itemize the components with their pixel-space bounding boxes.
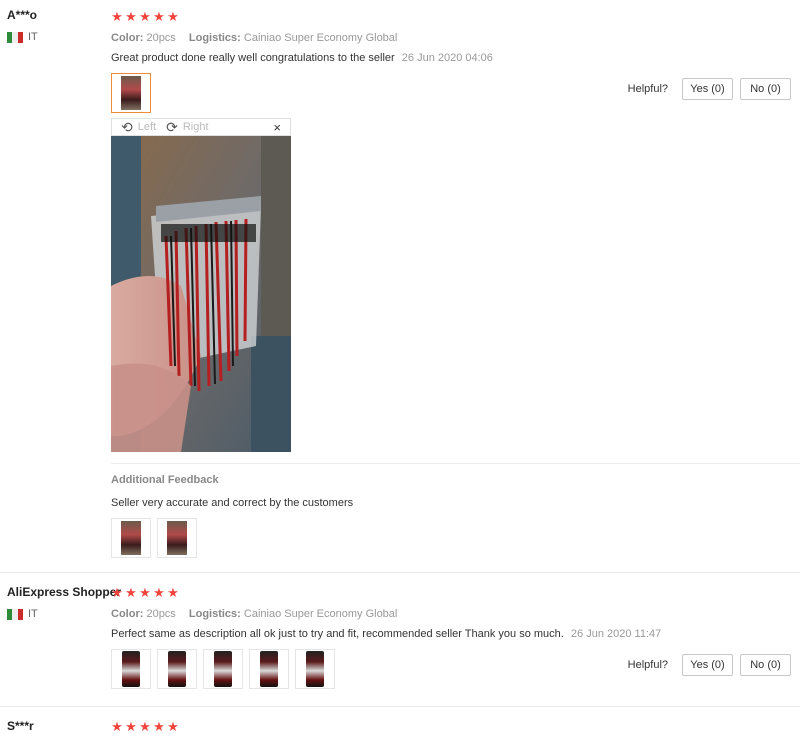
review-photo-enlarged [111,136,291,452]
color-value: 20pcs [146,32,176,44]
additional-photo-thumbnail[interactable] [111,518,151,558]
additional-feedback-divider [111,463,800,464]
star-icon: ★ [167,9,179,24]
logistics-label: Logistics: [188,608,241,620]
review-text: Great product done really well congratul… [111,52,800,64]
star-icon: ★ [111,719,123,734]
star-icon: ★ [167,719,179,734]
photo-viewer-toolbar: ⟲ Left ⟳ Right × [111,118,291,136]
review-content: ★ ★ ★ ★ ★ [111,720,800,733]
helpful-vote: Helpful? Yes (0) No (0) [628,654,791,676]
helpful-no-button[interactable]: No (0) [740,654,791,676]
rotate-right-label: Right [182,121,209,133]
logistics-value: Cainiao Super Economy Global [243,608,398,620]
additional-photo-thumbnails [111,518,197,558]
helpful-label: Helpful? [627,659,668,671]
star-icon: ★ [153,585,165,600]
helpful-no-button[interactable]: No (0) [740,78,791,100]
rotate-left-button[interactable]: ⟲ Left [121,119,157,135]
review-photo-thumbnail[interactable] [157,649,197,689]
order-info: Color: 20pcs Logistics: Cainiao Super Ec… [111,608,800,620]
star-icon: ★ [139,585,151,600]
helpful-yes-button[interactable]: Yes (0) [682,78,733,100]
review-photo-thumbnail[interactable] [203,649,243,689]
rotate-left-icon: ⟲ [121,119,133,135]
star-icon: ★ [139,719,151,734]
review-item: AliExpress Shopper IT ★ ★ ★ ★ ★ Color: 20pcs… [0,573,800,707]
reviewer-name: AliExpress Shopper [7,585,122,599]
close-icon[interactable]: × [273,120,281,135]
country-code: IT [28,608,38,620]
star-rating: ★ ★ ★ ★ ★ [111,10,800,23]
italy-flag-icon [7,31,23,43]
review-photo-thumbnail[interactable] [111,649,151,689]
review-photo-thumbnail[interactable] [295,649,335,689]
feedback-text: Great product done really well congratul… [111,52,395,64]
star-rating: ★ ★ ★ ★ ★ [111,586,800,599]
rotate-left-label: Left [137,121,157,133]
star-icon: ★ [167,585,179,600]
star-icon: ★ [125,719,137,734]
order-info: Color: 20pcs Logistics: Cainiao Super Ec… [111,32,800,44]
review-text: Perfect same as description all ok just … [111,628,800,640]
rotate-right-icon: ⟳ [166,119,178,135]
reviewer-info: AliExpress Shopper IT [7,585,122,620]
helpful-label: Helpful? [627,83,668,95]
helpful-yes-button[interactable]: Yes (0) [682,654,733,676]
reviewer-name: A***o [7,8,38,22]
color-value: 20pcs [146,608,176,620]
rotate-right-button[interactable]: ⟳ Right [166,119,209,135]
reviewer-name: S***r [7,719,34,733]
reviewer-country: IT [7,31,107,43]
feedback-text: Perfect same as description all ok just … [111,628,564,640]
italy-flag-icon [7,608,23,620]
review-date: 26 Jun 2020 11:47 [570,628,662,640]
review-date: 26 Jun 2020 04:06 [401,52,493,64]
additional-feedback-title: Additional Feedback [111,474,219,486]
star-icon: ★ [125,9,137,24]
star-icon: ★ [111,9,123,24]
reviewer-country: IT [7,608,107,620]
color-label: Color: [111,608,144,620]
review-item: A***o IT ★ ★ ★ ★ ★ Color: 20pcs Logistics: C… [0,0,800,573]
logistics-value: Cainiao Super Economy Global [243,32,398,44]
star-icon: ★ [153,9,165,24]
review-item: S***r ★ ★ ★ ★ ★ [0,707,800,733]
star-rating: ★ ★ ★ ★ ★ [111,720,800,733]
star-icon: ★ [111,585,123,600]
reviewer-info: A***o IT [7,8,107,43]
logistics-label: Logistics: [188,32,241,44]
helpful-vote: Helpful? Yes (0) No (0) [628,78,791,100]
reviewer-info: S***r [7,719,107,733]
star-icon: ★ [153,719,165,734]
additional-photo-thumbnail[interactable] [157,518,197,558]
review-photo-thumbnail[interactable] [249,649,289,689]
review-photo-thumbnail[interactable] [111,73,151,113]
color-label: Color: [111,32,144,44]
star-icon: ★ [139,9,151,24]
country-code: IT [28,31,38,43]
additional-feedback-text: Seller very accurate and correct by the … [111,497,354,509]
star-icon: ★ [125,585,137,600]
